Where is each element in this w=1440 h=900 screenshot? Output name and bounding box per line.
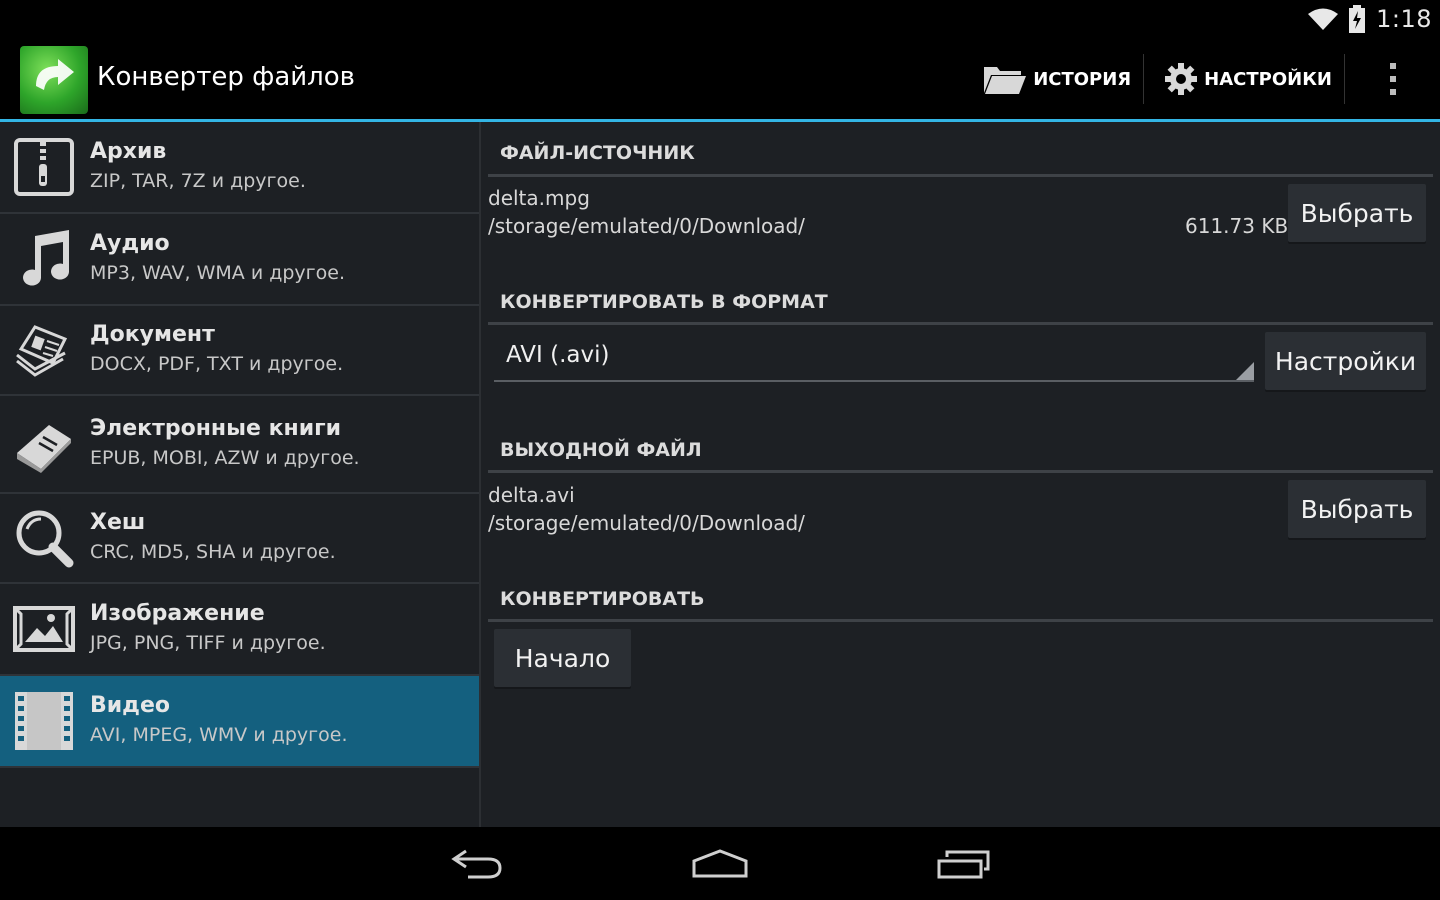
status-time: 1:18 — [1376, 5, 1432, 33]
section-divider — [488, 619, 1433, 622]
category-item-image[interactable]: Изображение JPG, PNG, TIFF и другое. — [0, 584, 480, 676]
category-title: Видео — [90, 693, 170, 718]
category-subtitle: AVI, MPEG, WMV и другое. — [90, 724, 348, 746]
music-note-icon — [13, 228, 75, 290]
overflow-menu-button[interactable] — [1345, 38, 1440, 120]
category-subtitle: CRC, MD5, SHA и другое. — [90, 541, 336, 563]
wifi-icon — [1308, 8, 1339, 30]
category-subtitle: DOCX, PDF, TXT и другое. — [90, 353, 344, 375]
app-logo-icon[interactable] — [20, 46, 88, 114]
conversion-panel: ФАЙЛ-ИСТОЧНИК delta.mpg /storage/emulate… — [481, 122, 1440, 827]
category-list: Архив ZIP, TAR, 7Z и другое. Аудио MP3, … — [0, 122, 480, 827]
settings-button[interactable]: НАСТРОЙКИ — [1144, 38, 1344, 120]
navigation-bar — [0, 827, 1440, 900]
choose-output-button[interactable]: Выбрать — [1288, 480, 1426, 538]
format-selected-value: AVI (.avi) — [506, 342, 610, 368]
source-file-path: /storage/emulated/0/Download/ — [488, 214, 805, 238]
battery-charging-icon — [1349, 5, 1366, 33]
settings-label: НАСТРОЙКИ — [1204, 68, 1332, 90]
category-item-document[interactable]: Документ DOCX, PDF, TXT и другое. — [0, 306, 480, 396]
back-icon — [451, 849, 502, 879]
magnifier-icon — [13, 507, 75, 569]
convert-section-header: КОНВЕРТИРОВАТЬ — [500, 588, 705, 610]
start-conversion-button[interactable]: Начало — [494, 629, 631, 687]
action-bar: Конвертер файлов ИСТОРИЯ НАСТРОЙКИ — [0, 38, 1440, 120]
category-title: Изображение — [90, 601, 265, 626]
image-icon — [13, 598, 75, 660]
source-file-size: 611.73 KB — [1185, 214, 1289, 238]
section-divider — [488, 174, 1433, 177]
category-subtitle: ZIP, TAR, 7Z и другое. — [90, 170, 306, 192]
category-title: Электронные книги — [90, 416, 342, 441]
source-file-name: delta.mpg — [488, 186, 590, 210]
recents-icon — [937, 850, 990, 879]
format-dropdown[interactable]: AVI (.avi) — [494, 334, 1254, 382]
status-icons: 1:18 — [1308, 4, 1432, 34]
format-settings-button[interactable]: Настройки — [1265, 332, 1426, 390]
category-subtitle: MP3, WAV, WMA и другое. — [90, 262, 346, 284]
output-section-header: ВЫХОДНОЙ ФАЙЛ — [500, 439, 702, 461]
home-button[interactable] — [675, 837, 765, 891]
gear-icon — [1165, 63, 1198, 95]
category-item-audio[interactable]: Аудио MP3, WAV, WMA и другое. — [0, 214, 480, 306]
section-divider — [488, 470, 1433, 473]
category-item-hash[interactable]: Хеш CRC, MD5, SHA и другое. — [0, 494, 480, 584]
recents-button[interactable] — [919, 837, 1009, 891]
document-icon — [13, 319, 75, 381]
category-subtitle: JPG, PNG, TIFF и другое. — [90, 632, 326, 654]
output-file-path: /storage/emulated/0/Download/ — [488, 511, 805, 535]
category-title: Аудио — [90, 231, 170, 256]
choose-source-button[interactable]: Выбрать — [1288, 184, 1426, 242]
archive-icon — [13, 136, 75, 198]
back-button[interactable] — [432, 837, 522, 891]
action-bar-actions: ИСТОРИЯ НАСТРОЙКИ — [971, 38, 1440, 120]
book-icon — [13, 413, 75, 475]
category-title: Хеш — [90, 510, 146, 535]
category-item-video[interactable]: Видео AVI, MPEG, WMV и другое. — [0, 676, 480, 768]
source-section-header: ФАЙЛ-ИСТОЧНИК — [500, 142, 695, 164]
overflow-menu-icon — [1389, 63, 1396, 95]
format-section-header: КОНВЕРТИРОВАТЬ В ФОРМАТ — [500, 291, 828, 313]
category-item-archive[interactable]: Архив ZIP, TAR, 7Z и другое. — [0, 122, 480, 214]
history-button[interactable]: ИСТОРИЯ — [971, 38, 1143, 120]
category-title: Документ — [90, 322, 215, 347]
category-subtitle: EPUB, MOBI, AZW и другое. — [90, 447, 360, 469]
history-label: ИСТОРИЯ — [1033, 68, 1132, 90]
status-bar: 1:18 — [0, 0, 1440, 38]
app-title: Конвертер файлов — [97, 62, 356, 92]
film-icon — [13, 690, 75, 752]
category-title: Архив — [90, 139, 167, 164]
folder-icon — [984, 67, 1027, 94]
dropdown-arrow-icon — [1236, 362, 1254, 380]
output-file-name: delta.avi — [488, 483, 575, 507]
section-divider — [488, 322, 1433, 325]
category-item-ebooks[interactable]: Электронные книги EPUB, MOBI, AZW и друг… — [0, 396, 480, 494]
home-icon — [692, 849, 748, 878]
